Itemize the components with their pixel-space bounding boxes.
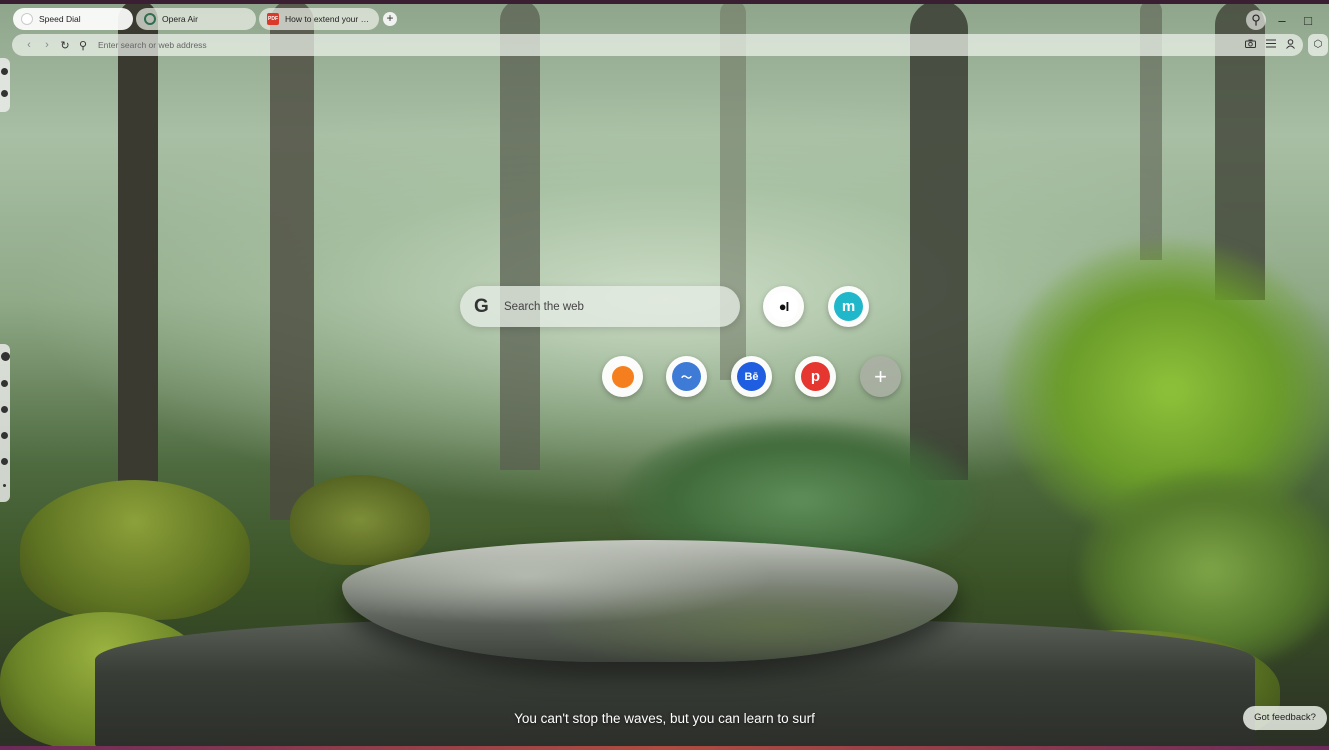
- tree-trunk: [910, 0, 968, 480]
- search-icon: ⚲: [78, 39, 88, 52]
- reload-button[interactable]: ↻: [56, 39, 74, 52]
- tab-label: How to extend your gar: [285, 14, 371, 24]
- maximize-button[interactable]: □: [1298, 10, 1318, 30]
- speed-dial-m-site[interactable]: m: [828, 286, 869, 327]
- sidebar: [0, 58, 10, 112]
- tab-search-button[interactable]: ⚲: [1246, 10, 1266, 30]
- moss-mound: [20, 480, 250, 620]
- address-bar[interactable]: ‹ › ↻ ⚲ Enter search or web address: [12, 34, 1303, 56]
- sidebar-icon[interactable]: [1, 406, 8, 413]
- back-button[interactable]: ‹: [20, 39, 38, 51]
- feedback-button[interactable]: Got feedback?: [1243, 706, 1327, 730]
- window-bottom-edge: [0, 746, 1329, 750]
- extensions-button[interactable]: ⬡: [1308, 34, 1328, 56]
- sidebar-icon[interactable]: [1, 352, 10, 361]
- pdf-icon: PDF: [267, 13, 279, 25]
- tree-trunk: [500, 0, 540, 470]
- sidebar-icon[interactable]: [1, 458, 8, 465]
- m-site-icon: m: [834, 292, 863, 321]
- sidebar-icon[interactable]: [1, 380, 8, 387]
- opera-air-icon: [144, 13, 156, 25]
- speed-dial-orange-site[interactable]: [602, 356, 643, 397]
- opera-icon: [21, 13, 33, 25]
- tree-trunk: [270, 0, 314, 520]
- tab-pdf[interactable]: PDF How to extend your gar: [259, 8, 379, 30]
- address-input[interactable]: Enter search or web address: [98, 40, 1245, 50]
- tree-trunk: [118, 0, 158, 560]
- sidebar-icon[interactable]: [1, 90, 8, 97]
- menu-icon[interactable]: [1266, 39, 1276, 52]
- tab-label: Opera Air: [162, 14, 198, 24]
- tab-opera-air[interactable]: Opera Air: [136, 8, 256, 30]
- moss-mound: [290, 475, 430, 565]
- add-speed-dial-button[interactable]: +: [860, 356, 901, 397]
- camera-icon[interactable]: [1245, 39, 1256, 52]
- google-icon: G: [474, 295, 489, 317]
- new-tab-button[interactable]: +: [383, 12, 397, 26]
- sidebar-icon[interactable]: [1, 68, 8, 75]
- sidebar: [0, 344, 10, 502]
- orange-circle-icon: [611, 365, 634, 388]
- plus-icon: +: [874, 363, 887, 389]
- profile-icon[interactable]: [1286, 38, 1295, 52]
- stone-slab: [342, 540, 958, 662]
- tab-speed-dial[interactable]: Speed Dial: [13, 8, 133, 30]
- cube-icon: ⬡: [1313, 39, 1323, 50]
- speed-dial-behance[interactable]: Bē: [731, 356, 772, 397]
- speed-dial-medium[interactable]: ●I: [763, 286, 804, 327]
- medium-icon: ●I: [769, 292, 798, 321]
- search-web-box[interactable]: G: [460, 286, 740, 327]
- forward-button[interactable]: ›: [38, 39, 56, 51]
- speed-dial-p-site[interactable]: p: [795, 356, 836, 397]
- speed-dial-wave-site[interactable]: 〜: [666, 356, 707, 397]
- minimize-button[interactable]: –: [1272, 10, 1292, 30]
- wallpaper-quote: You can't stop the waves, but you can le…: [514, 711, 815, 726]
- behance-icon: Bē: [737, 362, 766, 391]
- more-icon[interactable]: [3, 484, 6, 487]
- wave-icon: 〜: [672, 362, 701, 391]
- p-site-icon: p: [801, 362, 830, 391]
- search-icon: ⚲: [1251, 12, 1261, 27]
- sidebar-icon[interactable]: [1, 432, 8, 439]
- background-wallpaper: [0, 0, 1329, 750]
- maximize-icon: □: [1304, 12, 1312, 28]
- window-top-edge: [0, 0, 1329, 4]
- tab-label: Speed Dial: [39, 14, 81, 24]
- minimize-icon: –: [1278, 12, 1286, 28]
- search-input[interactable]: [504, 300, 724, 313]
